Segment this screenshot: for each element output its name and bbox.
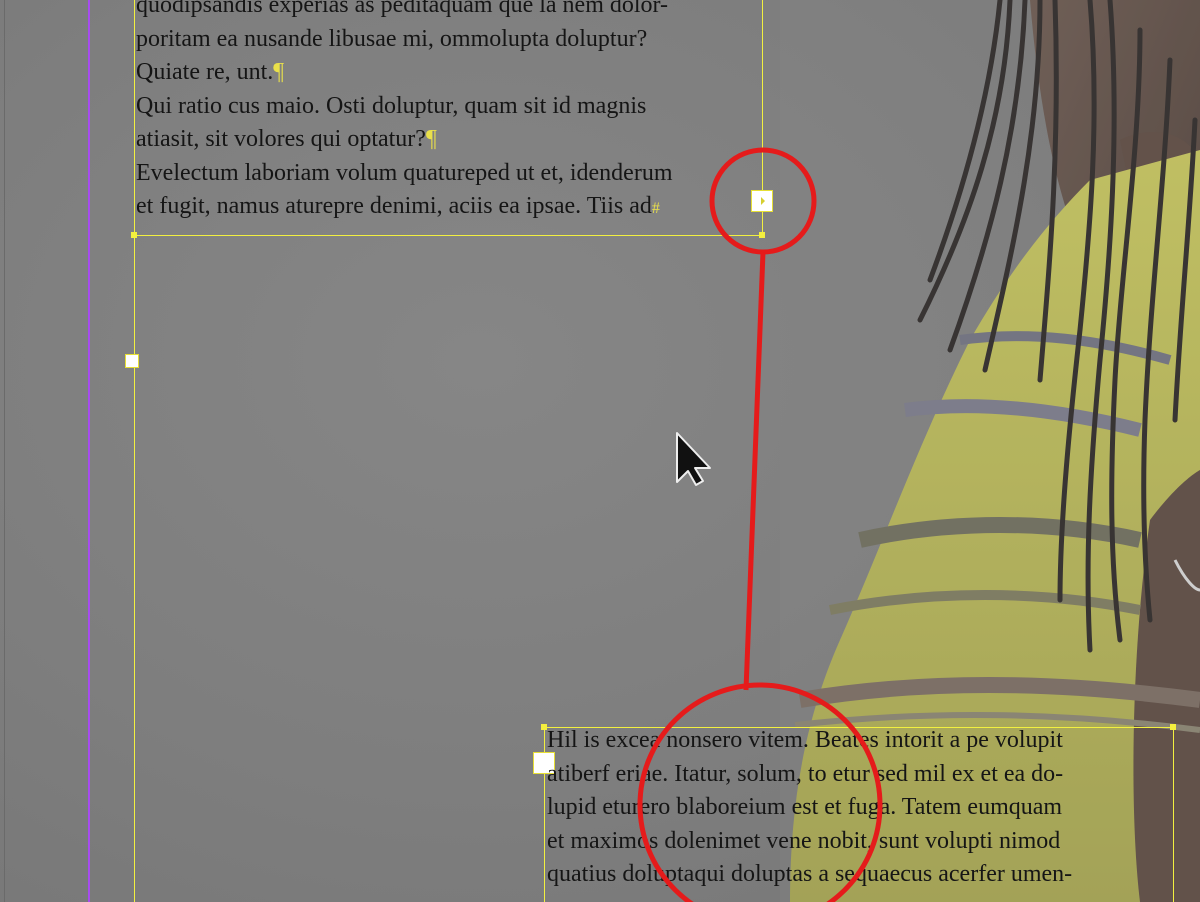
margin-guide (88, 0, 90, 902)
text-line: atiberf eriae. Itatur, solum, to etur se… (547, 760, 1064, 787)
overset-out-port-icon[interactable] (751, 190, 773, 212)
text-line: Qui ratio cus maio. Osti doluptur, quam … (136, 92, 647, 119)
text-line: et maximos dolenimet vene nobit, sunt vo… (547, 827, 1061, 854)
frame-handle-mid-left[interactable] (125, 354, 139, 368)
text-line: atiasit, sit volores qui optatur?¶ (136, 126, 437, 152)
text-line: Quiate re, unt.¶ (136, 59, 285, 85)
text-frame-bottom-content[interactable]: Hil is excea nonsero vitem. Beates intor… (547, 724, 1072, 892)
arrow-pointer-icon (676, 432, 711, 486)
column-guide-left (4, 0, 5, 902)
text-frame-top-content[interactable]: quodipsandis experias as peditaquam que … (136, 0, 673, 224)
text-line: quatius doluptaqui doluptas a sequaecus … (547, 861, 1073, 887)
text-line: Evelectum laboriam volum quatureped ut e… (136, 159, 673, 186)
text-line: et fugit, namus aturepre denimi, aciis e… (136, 193, 660, 219)
text-line: poritam ea nusande libusae mi, ommolupta… (136, 25, 648, 52)
pilcrow-mark: ¶ (273, 59, 285, 85)
frame-handle-top-right[interactable] (1170, 724, 1176, 730)
frame-handle-bottom-right[interactable] (759, 232, 765, 238)
text-line: lupid eturero blaboreium est et fuga. Ta… (547, 794, 1063, 820)
end-of-story-marker: # (651, 200, 660, 217)
text-line: Hil is excea nonsero vitem. Beates intor… (547, 727, 1063, 753)
pilcrow-mark: ¶ (425, 126, 437, 152)
frame-handle-bottom-left[interactable] (131, 232, 137, 238)
text-line: quodipsandis experias as peditaquam que … (136, 0, 669, 18)
document-canvas[interactable]: quodipsandis experias as peditaquam que … (0, 0, 1200, 902)
